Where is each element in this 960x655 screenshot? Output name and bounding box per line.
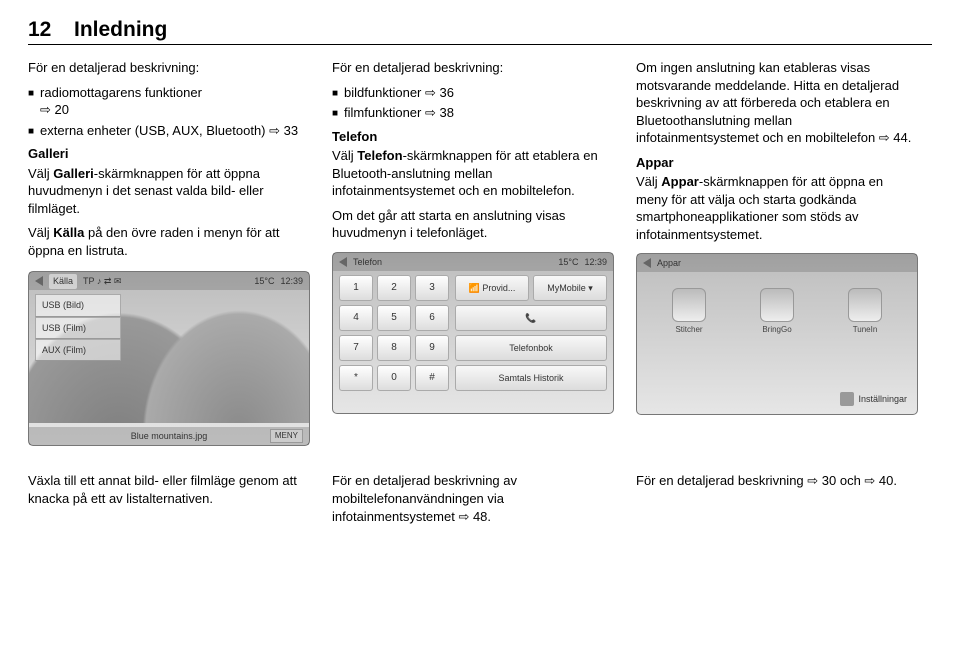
page-number: 12 <box>28 18 74 42</box>
bottom-row: Växla till ett annat bild- eller filmläg… <box>28 472 932 532</box>
col1-bullet-1: ■ radiomottagarens funktioner ⇨ 20 <box>28 84 308 119</box>
status-icons: TP ♪ ⇄ ✉ <box>83 275 121 287</box>
settings-button[interactable]: Inställningar <box>840 392 907 406</box>
key-6[interactable]: 6 <box>415 305 449 331</box>
back-icon[interactable] <box>35 276 43 286</box>
bullet-text: bildfunktioner <box>344 85 421 100</box>
page-ref: ⇨ 36 <box>425 84 454 102</box>
bottom-text-3: För en detaljerad beskrivning ⇨ 30 och ⇨… <box>636 472 916 490</box>
app-bringgo[interactable]: BringGo <box>760 288 794 336</box>
device-dropdown[interactable]: MyMobile ▾ <box>533 275 607 301</box>
telefon-heading: Telefon <box>332 128 612 146</box>
bottom-text-1: Växla till ett annat bild- eller filmläg… <box>28 472 308 507</box>
col2-bullet-2: ■ filmfunktioner ⇨ 38 <box>332 104 612 122</box>
app-icon <box>672 288 706 322</box>
phonebook-button[interactable]: Telefonbok <box>455 335 607 361</box>
clock-label: 12:39 <box>280 275 303 287</box>
galleri-p1: Välj Galleri-skärmknappen för att öppna … <box>28 165 308 218</box>
gear-icon <box>840 392 854 406</box>
source-list: USB (Bild) USB (Film) AUX (Film) <box>35 294 121 360</box>
appar-p: Välj Appar-skärmknappen för att öppna en… <box>636 173 916 243</box>
bullet-text: externa enheter (USB, AUX, Bluetooth) <box>40 123 265 138</box>
telefon-p1: Välj Telefon-skärmknappen för att etable… <box>332 147 612 200</box>
telefon-p2: Om det går att starta en anslutning visa… <box>332 207 612 242</box>
col2-intro: För en detaljerad beskrivning: <box>332 59 612 77</box>
square-bullet-icon: ■ <box>332 107 338 121</box>
galleri-heading: Galleri <box>28 145 308 163</box>
page-ref: ⇨ 20 <box>40 101 69 119</box>
square-bullet-icon: ■ <box>332 87 338 101</box>
call-history-button[interactable]: Samtals Historik <box>455 365 607 391</box>
dial-keypad: 1 2 3 4 5 6 7 8 9 * 0 # <box>339 275 449 407</box>
bottom-text-2: För en detaljerad beskrivning av mobilte… <box>332 472 612 525</box>
key-8[interactable]: 8 <box>377 335 411 361</box>
source-item-usb-film[interactable]: USB (Film) <box>35 317 121 339</box>
galleri-p2: Välj Källa på den övre raden i menyn för… <box>28 224 308 259</box>
bottom-col-2: För en detaljerad beskrivning av mobilte… <box>332 472 612 532</box>
phone-right-column: 📶 Provid... MyMobile ▾ 📞 Telefonbok Samt… <box>455 275 607 407</box>
key-7[interactable]: 7 <box>339 335 373 361</box>
source-item-usb-bild[interactable]: USB (Bild) <box>35 294 121 316</box>
thumb2-title: Telefon <box>353 256 382 268</box>
column-3: Om ingen anslutning kan etableras visas … <box>636 59 916 446</box>
thumb2-topbar: Telefon 15°C 12:39 <box>333 253 613 271</box>
back-icon[interactable] <box>643 258 651 268</box>
key-3[interactable]: 3 <box>415 275 449 301</box>
menu-button[interactable]: MENY <box>270 429 303 444</box>
thumb3-title: Appar <box>657 257 681 269</box>
bullet-text: radiomottagarens funktioner <box>40 85 202 100</box>
bottom-col-3: För en detaljerad beskrivning ⇨ 30 och ⇨… <box>636 472 916 532</box>
column-2: För en detaljerad beskrivning: ■ bildfun… <box>332 59 612 446</box>
thumb3-topbar: Appar <box>637 254 917 272</box>
col3-p1: Om ingen anslutning kan etableras visas … <box>636 59 916 147</box>
thumb1-caption: Blue mountains.jpg <box>29 427 309 445</box>
bullet-text: filmfunktioner <box>344 105 421 120</box>
app-icon <box>760 288 794 322</box>
clock-label: 12:39 <box>584 256 607 268</box>
page-header: 12 Inledning <box>28 18 932 42</box>
source-button[interactable]: Källa <box>49 274 77 288</box>
key-2[interactable]: 2 <box>377 275 411 301</box>
appar-heading: Appar <box>636 154 916 172</box>
square-bullet-icon: ■ <box>28 125 34 139</box>
key-hash[interactable]: # <box>415 365 449 391</box>
app-row: Stitcher BringGo TuneIn <box>645 288 909 336</box>
key-4[interactable]: 4 <box>339 305 373 331</box>
back-icon[interactable] <box>339 257 347 267</box>
key-9[interactable]: 9 <box>415 335 449 361</box>
col2-bullet-1: ■ bildfunktioner ⇨ 36 <box>332 84 612 102</box>
square-bullet-icon: ■ <box>28 87 34 101</box>
source-item-aux-film[interactable]: AUX (Film) <box>35 339 121 361</box>
column-1: För en detaljerad beskrivning: ■ radiomo… <box>28 59 308 446</box>
telefon-screenshot: Telefon 15°C 12:39 1 2 3 4 5 6 <box>332 252 614 414</box>
appar-screenshot: Appar Stitcher BringGo TuneIn Inställnin… <box>636 253 918 415</box>
app-icon <box>848 288 882 322</box>
columns: För en detaljerad beskrivning: ■ radiomo… <box>28 59 932 446</box>
header-divider <box>28 44 932 45</box>
galleri-screenshot: Källa TP ♪ ⇄ ✉ 15°C 12:39 USB (Bild) USB… <box>28 271 310 446</box>
col1-intro: För en detaljerad beskrivning: <box>28 59 308 77</box>
call-button[interactable]: 📞 <box>455 305 607 331</box>
section-title: Inledning <box>74 18 167 42</box>
key-5[interactable]: 5 <box>377 305 411 331</box>
app-stitcher[interactable]: Stitcher <box>672 288 706 336</box>
app-tunein[interactable]: TuneIn <box>848 288 882 336</box>
key-0[interactable]: 0 <box>377 365 411 391</box>
temp-label: 15°C <box>254 275 274 287</box>
provider-button[interactable]: 📶 Provid... <box>455 275 529 301</box>
page-ref: ⇨ 33 <box>269 122 298 140</box>
key-1[interactable]: 1 <box>339 275 373 301</box>
key-star[interactable]: * <box>339 365 373 391</box>
page-ref: ⇨ 38 <box>425 104 454 122</box>
temp-label: 15°C <box>558 256 578 268</box>
bottom-col-1: Växla till ett annat bild- eller filmläg… <box>28 472 308 532</box>
col1-bullet-2: ■ externa enheter (USB, AUX, Bluetooth) … <box>28 122 308 140</box>
